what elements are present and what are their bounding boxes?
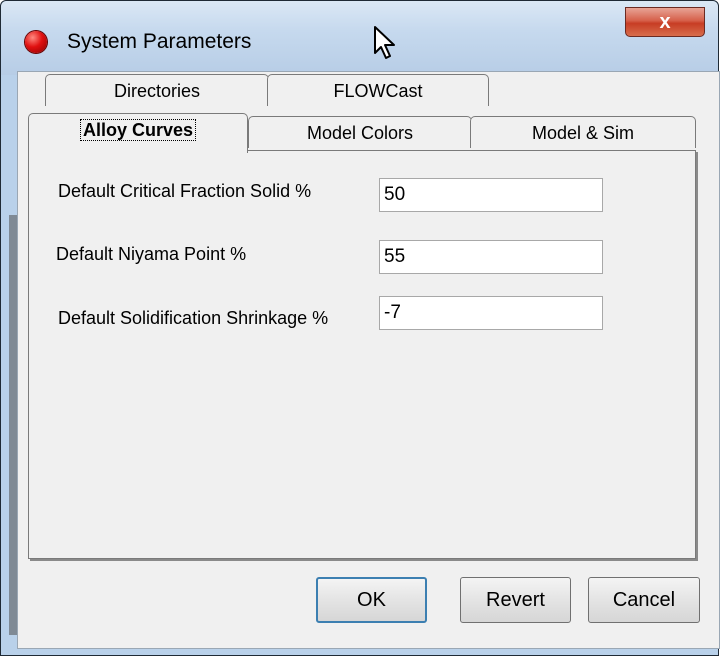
cancel-button[interactable]: Cancel xyxy=(588,577,700,623)
window-frame-edge xyxy=(9,215,17,635)
window-title: System Parameters xyxy=(67,30,252,53)
revert-button[interactable]: Revert xyxy=(460,577,571,623)
tab-model-and-sim[interactable]: Model & Sim xyxy=(470,116,696,148)
niyama-point-input[interactable] xyxy=(379,240,603,274)
tab-directories-label: Directories xyxy=(113,81,201,101)
critical-fraction-solid-label: Default Critical Fraction Solid % xyxy=(58,181,312,201)
niyama-point-label: Default Niyama Point % xyxy=(56,244,247,264)
close-button[interactable]: x xyxy=(625,7,705,37)
dialog-window: System Parameters x Directories FLOWCast… xyxy=(0,0,720,656)
solidification-shrinkage-input[interactable] xyxy=(379,296,603,330)
app-icon xyxy=(25,31,47,53)
critical-fraction-solid-input[interactable] xyxy=(379,178,603,212)
tab-model-colors-label: Model Colors xyxy=(306,123,414,143)
solidification-shrinkage-label: Default Solidification Shrinkage % xyxy=(58,308,329,328)
mouse-cursor-icon xyxy=(374,26,395,59)
tab-alloy-curves-label: Alloy Curves xyxy=(79,119,197,141)
tab-model-and-sim-label: Model & Sim xyxy=(531,123,635,143)
tab-alloy-curves[interactable]: Alloy Curves xyxy=(28,113,248,153)
tab-model-colors[interactable]: Model Colors xyxy=(248,116,472,148)
ok-button[interactable]: OK xyxy=(316,577,427,623)
tab-flowcast-label: FLOWCast xyxy=(333,81,423,101)
title-bar[interactable]: System Parameters x xyxy=(1,1,718,75)
tab-flowcast[interactable]: FLOWCast xyxy=(267,74,489,106)
tab-directories[interactable]: Directories xyxy=(45,74,269,106)
